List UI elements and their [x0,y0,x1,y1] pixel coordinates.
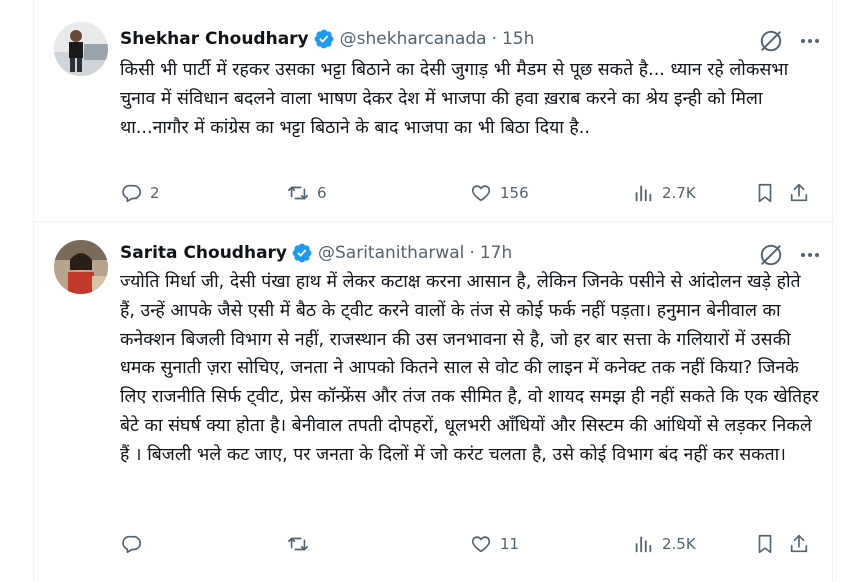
tweet-header: Sarita Choudhary @Saritanitharwal · 17h [120,238,512,268]
share-button[interactable] [788,527,810,561]
more-icon[interactable] [798,243,822,267]
tweet-text: किसी भी पार्टी में रहकर उसका भट्टा बिठान… [120,60,789,138]
avatar[interactable] [54,22,108,76]
reply-icon [122,535,141,554]
views-icon [635,185,652,202]
bookmark-button[interactable] [754,527,776,561]
reply-button[interactable] [120,527,150,561]
timestamp[interactable]: 15h [502,29,534,49]
tweet-header: Shekhar Choudhary @shekharcanada · 15h [120,24,534,54]
share-button[interactable] [788,176,810,210]
views-count: 2.7K [662,184,696,202]
tweet-actions: 11 2.5K [120,527,810,561]
more-icon[interactable] [798,29,822,53]
timestamp[interactable]: 17h [480,243,512,263]
bookmark-button[interactable] [754,176,776,210]
views-button[interactable]: 2.7K [632,176,696,210]
repost-button[interactable]: 6 [287,176,327,210]
share-icon [790,534,808,553]
repost-icon [288,186,308,200]
reply-count: 2 [150,184,160,202]
separator: · [469,243,475,263]
author-name[interactable]: Sarita Choudhary [120,243,287,263]
reply-icon [122,184,141,203]
grok-icon[interactable] [758,242,784,268]
like-count: 156 [500,184,529,202]
like-count: 11 [500,535,520,553]
author-handle[interactable]: @Saritanitharwal [318,243,464,263]
views-count: 2.5K [662,535,696,553]
tweet[interactable]: Sarita Choudhary @Saritanitharwal · 17h … [34,222,834,582]
repost-count: 6 [317,184,327,202]
timeline: Shekhar Choudhary @shekharcanada · 15h क… [33,0,834,582]
like-button[interactable]: 11 [470,527,519,561]
repost-icon [288,537,308,551]
tweet-actions: 2 6 156 2.7K [120,176,810,210]
tweet-text: ज्योति मिर्धा जी, देसी पंखा हाथ में लेकर… [120,272,819,465]
views-icon [635,536,652,553]
views-button[interactable]: 2.5K [632,527,696,561]
avatar[interactable] [54,240,108,294]
bookmark-icon [758,534,772,554]
like-icon [471,536,491,553]
like-icon [471,185,491,202]
separator: · [491,29,497,49]
author-handle[interactable]: @shekharcanada [340,29,487,49]
repost-button[interactable] [287,527,317,561]
author-name[interactable]: Shekhar Choudhary [120,29,309,49]
share-icon [790,183,808,202]
reply-button[interactable]: 2 [120,176,160,210]
bookmark-icon [758,183,772,203]
verified-badge-icon [313,28,335,50]
like-button[interactable]: 156 [470,176,529,210]
grok-icon[interactable] [758,28,784,54]
verified-badge-icon [291,242,313,264]
tweet[interactable]: Shekhar Choudhary @shekharcanada · 15h क… [34,0,834,222]
